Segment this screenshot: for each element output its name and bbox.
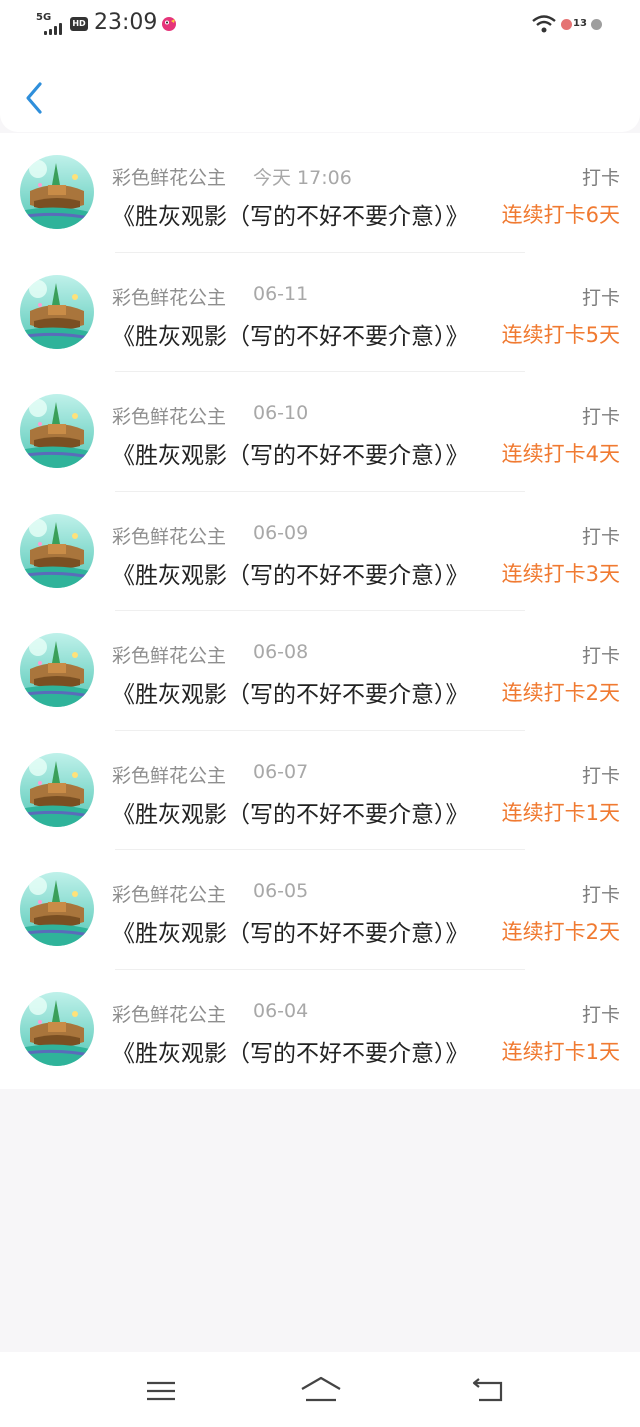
user-name: 彩色鲜花公主	[112, 1003, 227, 1026]
checkin-item[interactable]: 彩色鲜花公主 06-10 打卡 《胜灰观影（写的不好不要介意）》 连续打卡4天	[0, 372, 640, 492]
checkin-date: 06-09	[253, 521, 309, 544]
checkin-title[interactable]: 《胜灰观影（写的不好不要介意）》	[112, 197, 496, 231]
app-notification-icon	[162, 17, 176, 31]
checkin-list: 彩色鲜花公主 今天 17:06 打卡 《胜灰观影（写的不好不要介意）》 连续打卡…	[0, 133, 640, 1089]
notification-dot-icon	[561, 19, 572, 30]
checkin-date: 06-04	[253, 999, 309, 1022]
checkin-tag: 打卡	[581, 764, 620, 787]
user-name: 彩色鲜花公主	[112, 167, 227, 189]
bottom-navigation	[0, 1352, 640, 1427]
streak-label: 连续打卡4天	[501, 442, 620, 466]
checkin-date: 06-07	[253, 760, 309, 783]
status-bar: 5G HD 23:09 13	[0, 0, 640, 50]
avatar[interactable]	[20, 274, 94, 349]
checkin-title[interactable]: 《胜灰观影（写的不好不要介意）》	[112, 795, 496, 829]
avatar[interactable]	[20, 872, 94, 946]
checkin-item[interactable]: 彩色鲜花公主 06-05 打卡 《胜灰观影（写的不好不要介意）》 连续打卡2天	[0, 850, 640, 970]
checkin-title[interactable]: 《胜灰观影（写的不好不要介意）》	[112, 675, 496, 709]
avatar[interactable]	[20, 633, 94, 707]
streak-label: 连续打卡6天	[501, 203, 620, 227]
checkin-title[interactable]: 《胜灰观影（写的不好不要介意）》	[112, 317, 496, 351]
checkin-item[interactable]: 彩色鲜花公主 06-09 打卡 《胜灰观影（写的不好不要介意）》 连续打卡3天	[0, 492, 640, 611]
checkin-date: 06-10	[253, 402, 309, 424]
notification-dot-icon	[591, 19, 602, 30]
streak-label: 连续打卡1天	[501, 1039, 620, 1064]
streak-label: 连续打卡3天	[501, 561, 620, 586]
clock: 23:09	[94, 10, 158, 35]
header	[0, 50, 640, 132]
wifi-icon	[532, 15, 556, 33]
checkin-title[interactable]: 《胜灰观影（写的不好不要介意）》	[112, 914, 496, 948]
avatar[interactable]	[20, 752, 94, 827]
user-name: 彩色鲜花公主	[112, 525, 227, 548]
user-name: 彩色鲜花公主	[112, 764, 227, 787]
home-icon[interactable]	[299, 1374, 343, 1408]
checkin-title[interactable]: 《胜灰观影（写的不好不要介意）》	[112, 1034, 496, 1068]
user-name: 彩色鲜花公主	[112, 406, 227, 428]
hd-icon: HD	[70, 17, 88, 31]
checkin-tag: 打卡	[581, 1003, 620, 1026]
notification-count: 13	[573, 18, 587, 29]
back-icon[interactable]	[469, 1374, 509, 1408]
checkin-item[interactable]: 彩色鲜花公主 今天 17:06 打卡 《胜灰观影（写的不好不要介意）》 连续打卡…	[0, 133, 640, 253]
avatar[interactable]	[20, 991, 94, 1066]
checkin-tag: 打卡	[581, 525, 620, 548]
avatar[interactable]	[20, 155, 94, 229]
checkin-tag: 打卡	[581, 167, 620, 189]
chevron-left-icon[interactable]	[20, 78, 50, 118]
checkin-tag: 打卡	[581, 645, 620, 667]
checkin-date: 06-05	[253, 880, 309, 902]
user-name: 彩色鲜花公主	[112, 286, 227, 309]
checkin-date: 今天 17:06	[253, 167, 352, 189]
checkin-item[interactable]: 彩色鲜花公主 06-04 打卡 《胜灰观影（写的不好不要介意）》 连续打卡1天	[0, 970, 640, 1090]
streak-label: 连续打卡5天	[501, 322, 620, 347]
signal-icon	[44, 23, 66, 35]
checkin-tag: 打卡	[581, 286, 620, 309]
network-type: 5G	[36, 12, 52, 23]
checkin-date: 06-08	[253, 641, 309, 663]
avatar[interactable]	[20, 394, 94, 468]
streak-label: 连续打卡1天	[501, 800, 620, 825]
checkin-tag: 打卡	[581, 406, 620, 428]
checkin-date: 06-11	[253, 282, 309, 305]
user-name: 彩色鲜花公主	[112, 645, 227, 667]
streak-label: 连续打卡2天	[501, 681, 620, 705]
checkin-title[interactable]: 《胜灰观影（写的不好不要介意）》	[112, 436, 496, 470]
checkin-tag: 打卡	[581, 884, 620, 906]
menu-icon[interactable]	[141, 1374, 181, 1408]
checkin-item[interactable]: 彩色鲜花公主 06-08 打卡 《胜灰观影（写的不好不要介意）》 连续打卡2天	[0, 611, 640, 731]
checkin-title[interactable]: 《胜灰观影（写的不好不要介意）》	[112, 556, 496, 590]
user-name: 彩色鲜花公主	[112, 884, 227, 906]
avatar[interactable]	[20, 513, 94, 588]
checkin-item[interactable]: 彩色鲜花公主 06-11 打卡 《胜灰观影（写的不好不要介意）》 连续打卡5天	[0, 253, 640, 372]
streak-label: 连续打卡2天	[501, 920, 620, 944]
checkin-item[interactable]: 彩色鲜花公主 06-07 打卡 《胜灰观影（写的不好不要介意）》 连续打卡1天	[0, 731, 640, 850]
notification-dots: 13	[561, 18, 605, 32]
